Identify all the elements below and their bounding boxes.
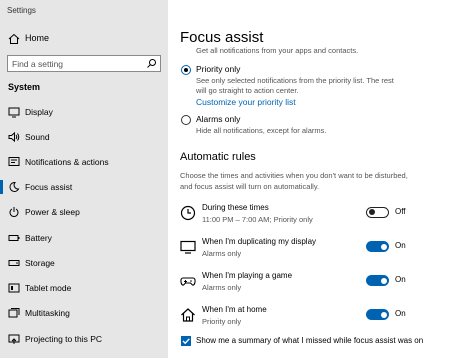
rule-title[interactable]: During these times bbox=[202, 203, 269, 212]
house-icon bbox=[181, 308, 195, 322]
projecting-icon bbox=[8, 334, 20, 344]
monitor-icon bbox=[180, 240, 196, 254]
page-title: Focus assist bbox=[180, 29, 264, 46]
sidebar-item-multitasking[interactable]: Multitasking bbox=[0, 302, 168, 324]
sidebar-item-label: Focus assist bbox=[25, 182, 73, 192]
rule-toggle[interactable] bbox=[366, 241, 389, 252]
sidebar-item-label: Notifications & actions bbox=[25, 157, 109, 167]
alarms-only-label[interactable]: Alarms only bbox=[196, 114, 240, 124]
sidebar-section-heading: System bbox=[8, 82, 41, 92]
sidebar-item-projecting[interactable]: Projecting to this PC bbox=[0, 328, 168, 350]
priority-only-description-line2: will go straight to action center. bbox=[196, 86, 299, 95]
rule-detail: 11:00 PM – 7:00 AM; Priority only bbox=[202, 215, 313, 224]
rule-title[interactable]: When I'm playing a game bbox=[202, 271, 292, 280]
rule-at-home[interactable]: When I'm at home Priority only On bbox=[168, 305, 474, 331]
alarms-only-description: Hide all notifications, except for alarm… bbox=[196, 126, 327, 135]
rule-detail: Priority only bbox=[202, 317, 242, 326]
rule-toggle[interactable] bbox=[366, 309, 389, 320]
toggle-knob bbox=[381, 277, 387, 284]
rule-toggle-state: On bbox=[395, 309, 406, 318]
sidebar-item-label: Projecting to this PC bbox=[25, 334, 103, 344]
search-input[interactable] bbox=[12, 58, 142, 70]
sound-icon bbox=[8, 131, 20, 143]
sidebar-item-tablet-mode[interactable]: Tablet mode bbox=[0, 277, 168, 299]
priority-only-radio[interactable] bbox=[181, 65, 191, 75]
summary-checkbox[interactable] bbox=[181, 336, 191, 346]
summary-checkbox-label[interactable]: Show me a summary of what I missed while… bbox=[196, 336, 423, 345]
search-icon[interactable] bbox=[146, 58, 157, 69]
sidebar-item-label: Multitasking bbox=[25, 308, 70, 318]
active-indicator bbox=[0, 180, 3, 194]
sidebar-item-sound[interactable]: Sound bbox=[0, 126, 168, 148]
gamepad-icon bbox=[180, 277, 196, 286]
toggle-knob bbox=[381, 243, 387, 250]
search-box[interactable] bbox=[7, 55, 161, 72]
sidebar-item-display[interactable]: Display bbox=[0, 101, 168, 123]
rule-toggle-state: Off bbox=[395, 207, 406, 216]
multitasking-icon bbox=[8, 308, 20, 318]
sidebar-item-battery[interactable]: Battery bbox=[0, 227, 168, 249]
moon-icon bbox=[9, 181, 20, 192]
rule-toggle[interactable] bbox=[366, 275, 389, 286]
sidebar-item-label: Sound bbox=[25, 132, 50, 142]
sidebar-item-label: Power & sleep bbox=[25, 207, 80, 217]
rule-during-these-times[interactable]: During these times 11:00 PM – 7:00 AM; P… bbox=[168, 203, 474, 229]
rule-duplicating-display[interactable]: When I'm duplicating my display Alarms o… bbox=[168, 237, 474, 263]
toggle-knob bbox=[369, 209, 375, 215]
home-label: Home bbox=[25, 33, 50, 43]
main-content: Focus assist Get all notifications from … bbox=[168, 0, 474, 358]
window-title: Settings bbox=[7, 6, 36, 15]
rule-title[interactable]: When I'm at home bbox=[202, 305, 267, 314]
priority-only-label[interactable]: Priority only bbox=[196, 64, 240, 74]
tablet-mode-icon bbox=[8, 283, 20, 293]
sidebar-item-power-sleep[interactable]: Power & sleep bbox=[0, 201, 168, 223]
sidebar-item-label: Tablet mode bbox=[25, 283, 72, 293]
priority-only-description-line1: See only selected notifications from the… bbox=[196, 76, 394, 85]
sidebar-item-label: Battery bbox=[25, 233, 52, 243]
rule-detail: Alarms only bbox=[202, 283, 242, 292]
notifications-icon bbox=[8, 157, 20, 166]
automatic-rules-description: Choose the times and activities when you… bbox=[180, 171, 408, 191]
customize-priority-list-link[interactable]: Customize your priority list bbox=[196, 97, 296, 107]
rule-detail: Alarms only bbox=[202, 249, 242, 258]
alarms-only-radio[interactable] bbox=[181, 115, 191, 125]
sidebar-item-focus-assist[interactable]: Focus assist bbox=[0, 176, 168, 198]
rule-title[interactable]: When I'm duplicating my display bbox=[202, 237, 316, 246]
sidebar-item-label: Display bbox=[25, 107, 53, 117]
home-nav-item[interactable]: Home bbox=[0, 30, 168, 48]
rule-toggle-state: On bbox=[395, 275, 406, 284]
battery-icon bbox=[8, 235, 20, 241]
home-icon bbox=[8, 33, 20, 44]
sidebar-item-notifications[interactable]: Notifications & actions bbox=[0, 151, 168, 173]
rule-toggle-state: On bbox=[395, 241, 406, 250]
display-icon bbox=[8, 107, 20, 118]
storage-icon bbox=[8, 260, 20, 266]
sidebar-item-label: Storage bbox=[25, 258, 55, 268]
power-icon bbox=[9, 207, 19, 217]
sidebar-item-storage[interactable]: Storage bbox=[0, 252, 168, 274]
sidebar: Settings Home System Display Sound Notif… bbox=[0, 0, 168, 358]
rule-toggle[interactable] bbox=[366, 207, 389, 218]
rule-playing-game[interactable]: When I'm playing a game Alarms only On bbox=[168, 271, 474, 297]
option-off-description: Get all notifications from your apps and… bbox=[196, 46, 359, 55]
automatic-rules-heading: Automatic rules bbox=[180, 151, 256, 163]
toggle-knob bbox=[381, 311, 387, 318]
clock-icon bbox=[180, 205, 196, 221]
